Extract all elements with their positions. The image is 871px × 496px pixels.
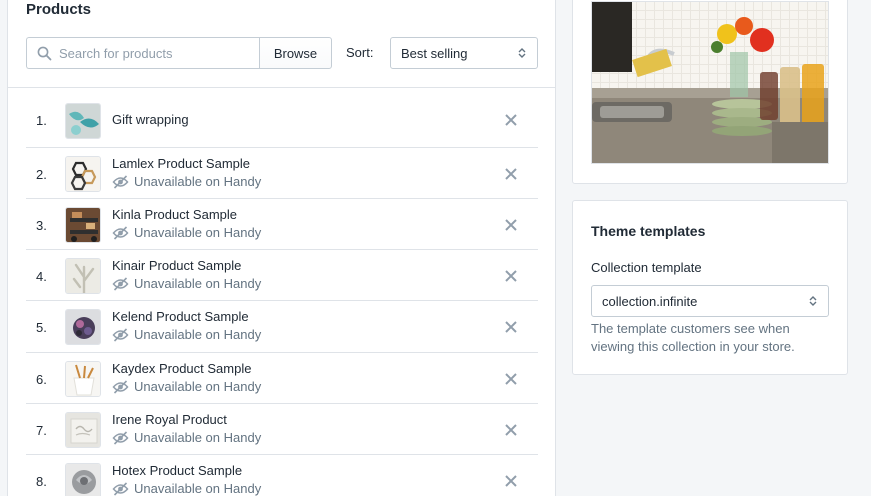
product-thumbnail bbox=[65, 207, 101, 243]
collection-image-card bbox=[572, 0, 848, 184]
theme-templates-title: Theme templates bbox=[591, 223, 706, 239]
product-row[interactable]: 7. Irene Royal Product Unavailable on Hand… bbox=[26, 404, 538, 455]
product-row[interactable]: 8. Hotex Product Sample Unavailable on Han… bbox=[26, 455, 538, 496]
product-thumbnail bbox=[65, 258, 101, 294]
collection-template-help: The template customers see when viewing … bbox=[591, 321, 795, 354]
product-row[interactable]: 2. Lamlex Product Sample Unavailable on Ha… bbox=[26, 148, 538, 199]
availability-status: Unavailable on Handy bbox=[112, 276, 261, 291]
unavailable-icon bbox=[112, 174, 129, 189]
row-index: 5. bbox=[36, 320, 47, 335]
availability-text: Unavailable on Handy bbox=[134, 430, 262, 445]
unavailable-icon bbox=[112, 481, 129, 496]
product-thumbnail bbox=[65, 156, 101, 192]
product-name[interactable]: Hotex Product Sample bbox=[112, 463, 242, 478]
product-name[interactable]: Lamlex Product Sample bbox=[112, 156, 250, 171]
product-name[interactable]: Kelend Product Sample bbox=[112, 309, 249, 324]
row-index: 4. bbox=[36, 269, 47, 284]
collection-template-select[interactable]: collection.infinite bbox=[591, 285, 829, 317]
product-row[interactable]: 1. Gift wrapping bbox=[26, 103, 538, 148]
browse-button[interactable]: Browse bbox=[259, 37, 332, 69]
product-search-group: Browse bbox=[26, 37, 332, 69]
search-input[interactable] bbox=[59, 45, 249, 61]
availability-status: Unavailable on Handy bbox=[112, 174, 261, 189]
search-box[interactable] bbox=[26, 37, 259, 69]
availability-status: Unavailable on Handy bbox=[112, 481, 261, 496]
select-arrows-icon bbox=[518, 48, 526, 58]
unavailable-icon bbox=[112, 225, 129, 240]
row-index: 3. bbox=[36, 218, 47, 233]
row-index: 1. bbox=[36, 113, 47, 128]
product-thumbnail bbox=[65, 412, 101, 448]
product-row[interactable]: 4. Kinair Product Sample Unavailable on Ha… bbox=[26, 250, 538, 301]
product-row[interactable]: 6. Kaydex Product Sample Unavailable on Ha… bbox=[26, 353, 538, 404]
sort-label: Sort: bbox=[346, 45, 374, 60]
collection-image[interactable] bbox=[591, 1, 829, 164]
product-row[interactable]: 5. Kelend Product Sample Unavailable on Ha… bbox=[26, 301, 538, 353]
row-index: 7. bbox=[36, 423, 47, 438]
unavailable-icon bbox=[112, 379, 129, 394]
remove-icon[interactable] bbox=[504, 474, 518, 488]
unavailable-icon bbox=[112, 276, 129, 291]
availability-text: Unavailable on Handy bbox=[134, 174, 262, 189]
sort-select-value: Best selling bbox=[401, 45, 468, 61]
collection-template-value: collection.infinite bbox=[602, 293, 698, 309]
products-title: Products bbox=[26, 1, 92, 18]
availability-status: Unavailable on Handy bbox=[112, 327, 261, 342]
remove-icon[interactable] bbox=[504, 269, 518, 283]
sort-select[interactable]: Best selling bbox=[390, 37, 538, 69]
unavailable-icon bbox=[112, 327, 129, 342]
product-name[interactable]: Irene Royal Product bbox=[112, 412, 227, 427]
product-name[interactable]: Kaydex Product Sample bbox=[112, 361, 251, 376]
product-row[interactable]: 3. Kinla Product Sample Unavailable on Han… bbox=[26, 199, 538, 250]
remove-icon[interactable] bbox=[504, 113, 518, 127]
availability-text: Unavailable on Handy bbox=[134, 481, 262, 496]
availability-status: Unavailable on Handy bbox=[112, 430, 261, 445]
search-icon bbox=[37, 46, 52, 60]
remove-icon[interactable] bbox=[504, 423, 518, 437]
unavailable-icon bbox=[112, 430, 129, 445]
row-index: 6. bbox=[36, 372, 47, 387]
divider bbox=[8, 87, 555, 88]
product-thumbnail bbox=[65, 463, 101, 496]
product-thumbnail bbox=[65, 309, 101, 345]
availability-text: Unavailable on Handy bbox=[134, 379, 262, 394]
theme-templates-card: Theme templates Collection template coll… bbox=[572, 200, 848, 375]
product-name[interactable]: Gift wrapping bbox=[112, 112, 189, 127]
product-list: 1. Gift wrapping 2. Lamlex Product Sample Un… bbox=[26, 103, 538, 496]
product-thumbnail bbox=[65, 103, 101, 139]
select-arrows-icon bbox=[809, 296, 817, 306]
remove-icon[interactable] bbox=[504, 320, 518, 334]
product-thumbnail bbox=[65, 361, 101, 397]
remove-icon[interactable] bbox=[504, 218, 518, 232]
collection-template-label: Collection template bbox=[591, 260, 702, 275]
availability-status: Unavailable on Handy bbox=[112, 225, 261, 240]
availability-text: Unavailable on Handy bbox=[134, 276, 262, 291]
products-card: Products Browse Sort: Best selling 1. Gif… bbox=[7, 0, 556, 496]
remove-icon[interactable] bbox=[504, 167, 518, 181]
availability-text: Unavailable on Handy bbox=[134, 327, 262, 342]
row-index: 8. bbox=[36, 474, 47, 489]
kitchen-photo bbox=[592, 2, 828, 163]
product-name[interactable]: Kinla Product Sample bbox=[112, 207, 237, 222]
row-index: 2. bbox=[36, 167, 47, 182]
product-name[interactable]: Kinair Product Sample bbox=[112, 258, 241, 273]
availability-status: Unavailable on Handy bbox=[112, 379, 261, 394]
remove-icon[interactable] bbox=[504, 372, 518, 386]
availability-text: Unavailable on Handy bbox=[134, 225, 262, 240]
